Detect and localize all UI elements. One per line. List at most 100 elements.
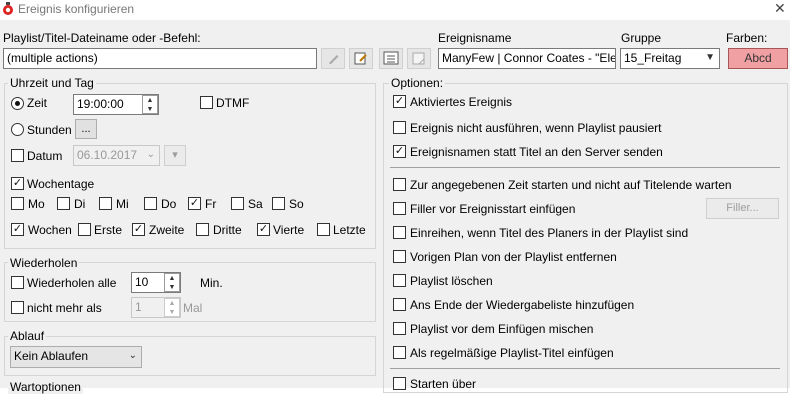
option-label-2: Ereignisnamen statt Titel an den Server … <box>410 145 663 159</box>
week-checkbox-vierte[interactable]: ✓ <box>257 223 270 236</box>
repeat-every-label: Wiederholen alle <box>27 276 117 290</box>
repeat-every-checkbox[interactable] <box>11 276 24 289</box>
week-label-zweite: Zweite <box>149 223 185 237</box>
list-icon[interactable] <box>379 48 403 69</box>
datum-value: 06.10.2017 <box>77 148 138 162</box>
calendar-dropdown-icon[interactable]: ▾ <box>164 145 186 166</box>
file-input[interactable]: (multiple actions) <box>3 48 317 69</box>
day-label-do: Do <box>161 197 177 211</box>
option-label-1: Ereignis nicht ausführen, wenn Playlist … <box>410 121 662 135</box>
option-checkbox-9[interactable] <box>393 322 406 335</box>
repeat-every-unit: Min. <box>200 276 223 290</box>
week-label-vierte: Vierte <box>273 223 305 237</box>
option-checkbox-10[interactable] <box>393 346 406 359</box>
day-label-so: So <box>289 197 304 211</box>
week-checkbox-zweite[interactable]: ✓ <box>132 223 145 236</box>
expiry-select-value: Kein Ablaufen <box>14 349 89 363</box>
option-checkbox-8[interactable] <box>393 298 406 311</box>
edit-icon[interactable] <box>321 48 345 69</box>
option-checkbox-3[interactable] <box>393 178 406 191</box>
edit-file-icon[interactable] <box>349 48 373 69</box>
expiry-select[interactable]: Kein Ablaufen ⌄ <box>10 346 142 368</box>
chevron-down-icon: ▼ <box>705 52 715 63</box>
group-select[interactable]: 15_Freitag ▼ <box>620 48 720 69</box>
repeat-group-title: Wiederholen <box>8 256 80 270</box>
option-checkbox-4[interactable] <box>393 202 406 215</box>
group-label: Gruppe <box>621 31 662 45</box>
option-checkbox-6[interactable] <box>393 250 406 263</box>
datum-checkbox[interactable] <box>11 149 24 162</box>
day-checkbox-do[interactable] <box>144 197 157 210</box>
day-checkbox-so[interactable] <box>272 197 285 210</box>
spin-up-icon[interactable]: ▲ <box>143 96 157 105</box>
option-label-8: Ans Ende der Wiedergabeliste hinzufügen <box>410 298 635 312</box>
option-checkbox-5[interactable] <box>393 226 406 239</box>
event-name-input[interactable]: ManyFew | Connor Coates - "Elec <box>438 48 616 69</box>
zeit-radio[interactable] <box>11 97 24 110</box>
datum-input[interactable]: 06.10.2017 ⌄ <box>73 145 160 166</box>
option-label-6: Vorigen Plan von der Playlist entfernen <box>410 250 617 264</box>
wochentage-checkbox[interactable]: ✓ <box>11 177 24 190</box>
day-checkbox-mi[interactable] <box>99 197 112 210</box>
option-label-11: Starten über <box>410 377 477 391</box>
day-label-sa: Sa <box>248 197 263 211</box>
day-label-mi: Mi <box>116 197 129 211</box>
wochen-checkbox[interactable]: ✓ <box>11 223 24 236</box>
color-button[interactable]: Abcd <box>728 48 788 69</box>
chevron-down-icon: ⌄ <box>128 350 137 361</box>
option-label-9: Playlist vor dem Einfügen mischen <box>410 322 594 336</box>
day-label-fr: Fr <box>205 197 217 211</box>
wochen-label: Wochen <box>28 223 72 237</box>
stunden-button[interactable]: ... <box>75 119 97 139</box>
window-title: Ereignis konfigurieren <box>18 2 135 16</box>
spin-down-icon[interactable]: ▼ <box>165 308 179 317</box>
option-checkbox-1[interactable] <box>393 121 406 134</box>
option-label-3: Zur angegebenen Zeit starten und nicht a… <box>410 178 732 192</box>
option-checkbox-7[interactable] <box>393 274 406 287</box>
week-label-letzte: Letzte <box>333 223 366 237</box>
day-checkbox-sa[interactable] <box>231 197 244 210</box>
day-label-di: Di <box>74 197 86 211</box>
week-checkbox-dritte[interactable] <box>196 223 209 236</box>
repeat-max-spinner[interactable]: ▲ ▼ <box>164 298 180 317</box>
spin-up-icon[interactable]: ▲ <box>165 299 179 308</box>
option-checkbox-0[interactable]: ✓ <box>393 95 406 108</box>
event-name-label: Ereignisname <box>438 31 512 45</box>
option-label-10: Als regelmäßige Playlist-Titel einfügen <box>410 346 614 360</box>
options-separator-2 <box>390 368 780 369</box>
day-checkbox-mo[interactable] <box>11 197 24 210</box>
close-icon[interactable]: ✕ <box>774 0 786 17</box>
stunden-label: Stunden <box>27 123 72 137</box>
time-day-group-title: Uhrzeit und Tag <box>8 76 96 90</box>
stunden-radio[interactable] <box>11 123 24 136</box>
option-label-5: Einreihen, wenn Titel des Planers in der… <box>410 226 689 240</box>
repeat-max-checkbox[interactable] <box>11 301 24 314</box>
group-select-value: 15_Freitag <box>624 51 682 65</box>
week-checkbox-erste[interactable] <box>78 223 91 236</box>
wochentage-label: Wochentage <box>27 177 95 191</box>
repeat-every-spinner[interactable]: ▲ ▼ <box>164 273 180 292</box>
spin-up-icon[interactable]: ▲ <box>165 274 179 283</box>
datum-label: Datum <box>27 149 63 163</box>
repeat-max-unit: Mal <box>183 301 203 315</box>
app-icon <box>3 2 13 15</box>
option-checkbox-2[interactable]: ✓ <box>393 145 406 158</box>
day-label-mo: Mo <box>28 197 45 211</box>
spin-down-icon[interactable]: ▼ <box>165 283 179 292</box>
week-checkbox-letzte[interactable] <box>317 223 330 236</box>
filler-button[interactable]: Filler... <box>706 198 779 219</box>
expiry-group-title: Ablauf <box>8 329 47 343</box>
title-bar: Ereignis konfigurieren ✕ <box>0 0 790 20</box>
spin-down-icon[interactable]: ▼ <box>143 105 157 114</box>
options-separator <box>390 167 780 168</box>
option-checkbox-11[interactable] <box>393 377 406 390</box>
note-icon[interactable] <box>407 48 431 69</box>
option-label-4: Filler vor Ereignisstart einfügen <box>410 202 576 216</box>
dtmf-label: DTMF <box>216 96 250 110</box>
repeat-max-label: nicht mehr als <box>27 301 102 315</box>
zeit-spinner[interactable]: ▲ ▼ <box>142 95 158 114</box>
zeit-label: Zeit <box>27 96 48 110</box>
dtmf-checkbox[interactable] <box>200 96 213 109</box>
day-checkbox-di[interactable] <box>57 197 70 210</box>
day-checkbox-fr[interactable]: ✓ <box>188 197 201 210</box>
